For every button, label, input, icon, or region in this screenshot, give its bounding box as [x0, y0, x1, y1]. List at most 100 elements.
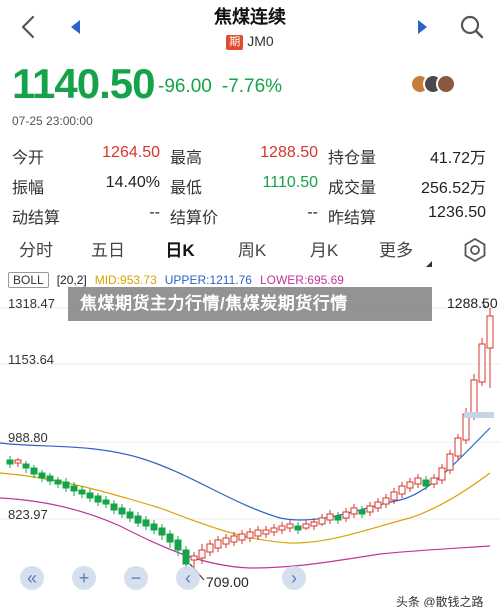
boll-mid: MID:953.73 — [94, 273, 157, 287]
zoom-in-icon: + — [78, 568, 90, 588]
candle-body — [382, 497, 390, 505]
futures-tag: 期 — [226, 35, 244, 50]
candle-body — [414, 477, 422, 485]
watermark: 头条 @散钱之路 — [396, 595, 484, 607]
stat-label: 昨结算 — [328, 210, 377, 227]
candle-body — [350, 507, 358, 515]
candle-body — [334, 515, 342, 521]
search-button[interactable] — [458, 12, 486, 42]
stat-dynamic-settle: 动结算 -- — [12, 204, 170, 228]
boll-lower-line — [0, 497, 491, 569]
collapse-button[interactable]: « — [20, 566, 44, 590]
back-icon — [21, 15, 35, 39]
boll-legend: BOLL [20,2] MID:953.73 UPPER:1211.76 LOW… — [8, 272, 344, 288]
settings-icon — [464, 237, 486, 263]
stat-open-interest: 持仓量 41.72万 — [328, 144, 486, 168]
stat-open: 今开 1264.50 — [12, 144, 170, 168]
candle-body — [6, 459, 14, 465]
stat-value: -- — [307, 204, 318, 221]
stat-label: 持仓量 — [328, 150, 377, 167]
stat-value: 256.52万 — [421, 180, 486, 197]
tab-more[interactable]: 更多 — [360, 236, 432, 267]
candle-body — [302, 523, 310, 529]
stat-value: 41.72万 — [429, 150, 486, 167]
contract-code-row: 期 JM0 — [150, 32, 350, 50]
stat-value: 1264.50 — [102, 144, 160, 161]
indicator-selector[interactable]: BOLL — [8, 272, 49, 288]
stat-label: 动结算 — [12, 210, 61, 227]
stat-label: 今开 — [12, 150, 45, 167]
candle-body — [118, 507, 126, 515]
stat-prev-settle: 昨结算 1236.50 — [328, 204, 486, 228]
tab-intraday[interactable]: 分时 — [0, 236, 72, 261]
candle-body — [262, 529, 270, 535]
candle-body — [134, 515, 142, 524]
last-price: 1140.50 — [12, 60, 156, 107]
quote-timestamp: 07-25 23:00:00 — [12, 114, 93, 128]
tab-monthly-k[interactable]: 月K — [288, 236, 360, 261]
next-icon — [418, 20, 427, 34]
article-title-banner: 焦煤期货主力行情/焦煤炭期货行情 — [68, 287, 432, 321]
candle-body — [70, 485, 78, 492]
candle-body — [398, 485, 406, 495]
stats-row: 今开 1264.50 最高 1288.50 持仓量 41.72万 — [12, 141, 486, 171]
search-icon — [460, 15, 484, 39]
candle-body — [62, 481, 70, 489]
candle-body — [374, 501, 382, 509]
candle-body — [190, 555, 198, 561]
y-axis-label: 1318.47 — [8, 296, 55, 311]
stat-value: 14.40% — [105, 174, 160, 191]
boll-upper: UPPER:1211.76 — [164, 273, 252, 287]
candle-body — [270, 527, 278, 533]
last-price-marker — [464, 412, 494, 418]
tab-weekly-k[interactable]: 周K — [216, 236, 288, 261]
candle-body — [126, 511, 134, 519]
candle-body — [222, 537, 230, 545]
zoom-out-icon: − — [130, 568, 142, 588]
pan-left-button[interactable]: ‹ — [176, 566, 200, 590]
pan-right-button[interactable]: › — [282, 566, 306, 590]
candle-body — [294, 525, 302, 531]
candle-body — [446, 453, 454, 471]
candle-body — [54, 479, 62, 485]
candle-body — [86, 492, 94, 499]
title-block: 焦煤连续 期 JM0 — [150, 6, 350, 50]
price-change: -96.00 -7.76% — [158, 76, 292, 98]
candle-body — [38, 472, 46, 479]
header: 焦煤连续 期 JM0 — [0, 0, 500, 60]
candle-body — [310, 521, 318, 527]
candle-body — [454, 437, 462, 457]
boll-lower: LOWER:695.69 — [259, 273, 344, 287]
collapse-icon: « — [26, 568, 37, 588]
candle-body — [182, 549, 190, 565]
candle-body — [214, 539, 222, 549]
next-contract-button[interactable] — [412, 14, 432, 40]
chart-settings-button[interactable] — [462, 237, 488, 263]
candle-body — [22, 463, 30, 469]
stat-high: 最高 1288.50 — [170, 144, 328, 168]
candle-body — [158, 527, 166, 536]
stats-row: 振幅 14.40% 最低 1110.50 成交量 256.52万 — [12, 171, 486, 201]
tab-five-day[interactable]: 五日 — [72, 236, 144, 261]
dropdown-triangle-icon — [426, 260, 432, 267]
stat-value: 1288.50 — [260, 144, 318, 161]
candle-body — [342, 511, 350, 519]
candle-body — [166, 533, 174, 543]
stat-label: 振幅 — [12, 180, 45, 197]
back-button[interactable] — [16, 12, 42, 42]
tab-daily-k[interactable]: 日K — [144, 236, 216, 261]
candle-body — [430, 477, 438, 485]
pan-left-icon: ‹ — [185, 568, 191, 588]
stat-value: 1236.50 — [428, 204, 486, 221]
avatar — [436, 74, 456, 94]
stat-volume: 成交量 256.52万 — [328, 174, 486, 198]
zoom-in-button[interactable]: + — [72, 566, 96, 590]
prev-contract-button[interactable] — [66, 14, 86, 40]
candle-body — [366, 505, 374, 513]
stats-row: 动结算 -- 结算价 -- 昨结算 1236.50 — [12, 201, 486, 231]
candle-body — [246, 531, 254, 539]
zoom-out-button[interactable]: − — [124, 566, 148, 590]
prev-icon — [71, 20, 80, 34]
candle-body — [318, 517, 326, 525]
community-avatars[interactable] — [410, 74, 462, 96]
